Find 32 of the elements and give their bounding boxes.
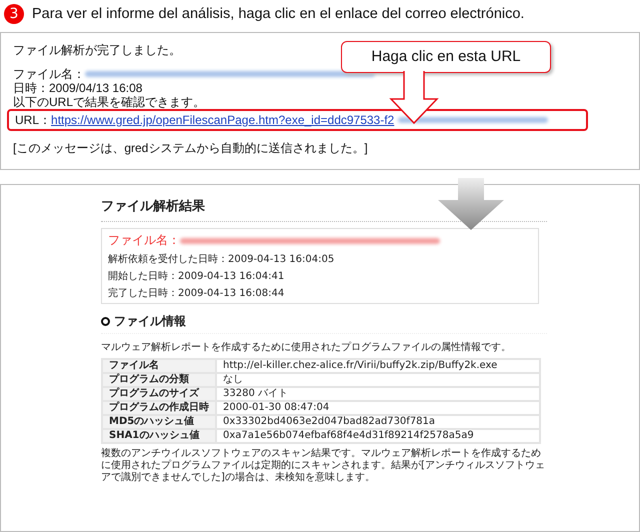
table-cell: 0xa7a1e56b074efbaf68f4e4d31f89214f2578a5a9 <box>216 429 540 443</box>
callout-bubble: Haga clic en esta URL <box>341 41 551 73</box>
table-header-cell: プログラムのサイズ <box>102 387 216 401</box>
step-number: 3 <box>4 4 24 24</box>
time-text: 開始した日時：2009-04-13 16:04:41 <box>108 270 286 283</box>
file-label: ファイル名： <box>108 232 180 249</box>
section-heading: ファイル情報 <box>114 313 186 330</box>
time-text: 解析依頼を受付した日時：2009-04-13 16:04:05 <box>108 252 336 266</box>
table-cell: なし <box>216 373 540 387</box>
url-label: URL： <box>15 113 52 127</box>
table-cell: 0x33302bd4063e2d047bad82ad730f781a <box>216 415 540 429</box>
table-header-cell: SHA1のハッシュ値 <box>102 429 216 443</box>
time-text: 完了した日時：2009-04-13 16:08:44 <box>108 286 286 300</box>
table-header-cell: ファイル名 <box>102 359 216 373</box>
email-text: [このメッセージは、gredシステムから自動的に送信されました。] <box>13 141 368 155</box>
table-header-cell: MD5のハッシュ値 <box>102 415 216 429</box>
down-arrow <box>438 178 504 230</box>
report-title: ファイル解析結果 <box>101 197 547 222</box>
table-cell: http://el-killer.chez-alice.fr/Virii/buffy2k.zip/Buffy2k.exe <box>216 359 540 373</box>
report-link[interactable]: https://www.gred.jp/openFilescanPage.htm?exe_id=ddc97533-f2 <box>51 113 394 127</box>
table-header-cell: プログラムの分類 <box>102 373 216 387</box>
email-text: 日時：2009/04/13 16:08 <box>13 81 142 95</box>
table-cell: 2000-01-30 08:47:04 <box>216 401 540 415</box>
bullet-icon <box>101 317 110 326</box>
instruction-text: Para ver el informe del análisis, haga clic en el enlace del correo electrónico. <box>32 6 524 22</box>
email-text: ファイル解析が完了しました。 <box>13 43 181 57</box>
email-text: 以下のURLで結果を確認できます。 <box>13 95 206 109</box>
section-description: マルウェア解析レポートを作成するために使用されたプログラムファイルの属性情報です。 <box>101 340 512 354</box>
note-text: 複数のアンチウイルスソフトウェアのスキャン結果です。マルウェア解析レポートを作成するために使用されたプログラムファイルは定期的にスキャンされます。結果が[アンチウィルスソフトウェアで識別できませんでした]の場合は、未検知を意味します。 <box>101 448 546 484</box>
table-header-cell: プログラムの作成日時 <box>102 401 216 415</box>
table-cell: 33280 バイト <box>216 387 540 401</box>
email-label: ファイル名： <box>13 67 85 81</box>
